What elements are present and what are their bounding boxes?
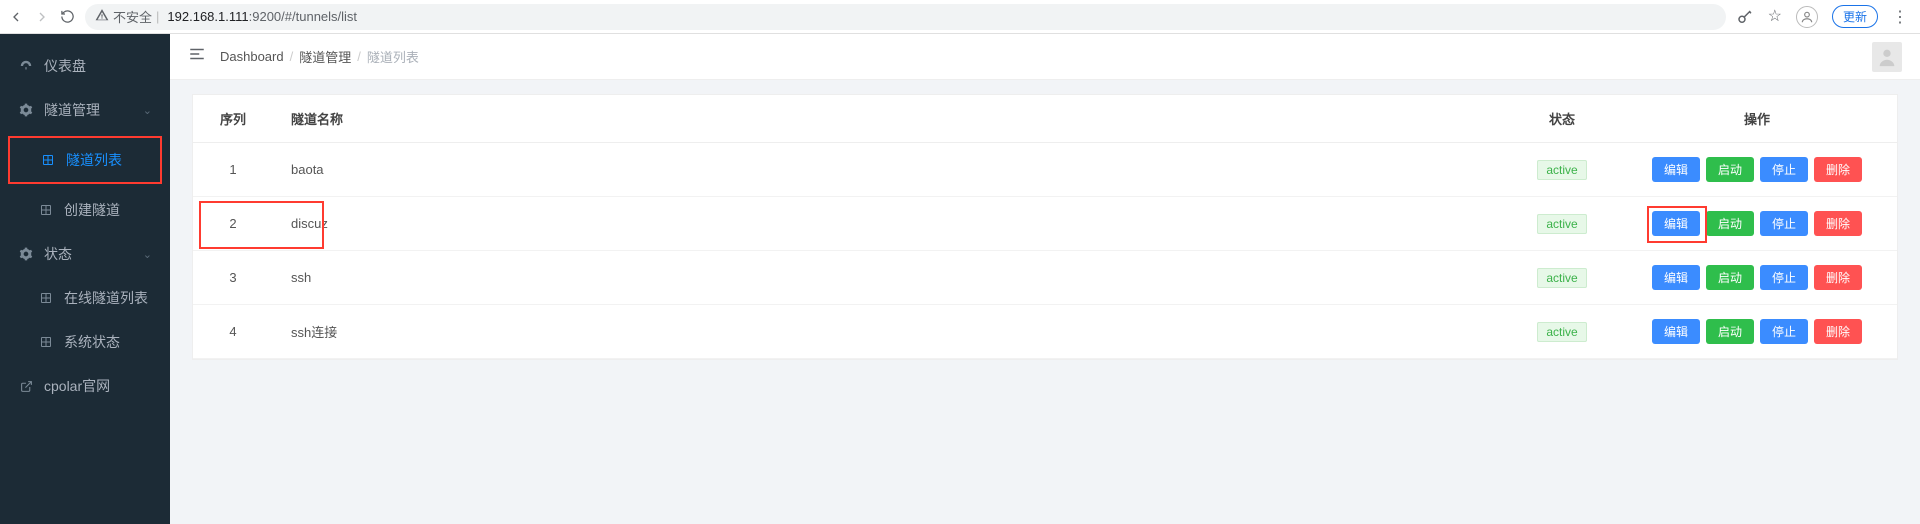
cell-index: 2 <box>193 197 273 251</box>
breadcrumb-leaf: 隧道列表 <box>367 47 419 66</box>
cell-ops: 编辑启动停止删除 <box>1617 305 1897 359</box>
user-avatar[interactable] <box>1872 42 1902 72</box>
delete-button[interactable]: 删除 <box>1814 319 1862 344</box>
cell-ops: 编辑启动停止删除 <box>1617 143 1897 197</box>
breadcrumb-root[interactable]: Dashboard <box>220 49 284 64</box>
table-panel: 序列 隧道名称 状态 操作 1baotaactive编辑启动停止删除2discu… <box>192 94 1898 360</box>
sidebar-item-dashboard[interactable]: 仪表盘 <box>0 44 170 88</box>
delete-button[interactable]: 删除 <box>1814 157 1862 182</box>
start-button[interactable]: 启动 <box>1706 211 1754 236</box>
update-button[interactable]: 更新 <box>1832 5 1878 28</box>
sidebar-item-label: 创建隧道 <box>64 200 120 220</box>
external-link-icon <box>18 380 34 393</box>
delete-button[interactable]: 删除 <box>1814 211 1862 236</box>
cell-ops: 编辑启动停止删除 <box>1617 197 1897 251</box>
sidebar-item-cpolar-site[interactable]: cpolar官网 <box>0 364 170 408</box>
table-row: 2discuz active 编辑启动停止删除 <box>193 197 1897 251</box>
cell-name: discuz <box>273 197 1507 251</box>
tunnel-table: 序列 隧道名称 状态 操作 1baotaactive编辑启动停止删除2discu… <box>193 95 1897 359</box>
grid-icon <box>38 336 54 348</box>
cell-index: 1 <box>193 143 273 197</box>
sidebar: 仪表盘 隧道管理 ⌄ 隧道列表 创建隧道 <box>0 34 170 524</box>
sidebar-item-label: 系统状态 <box>64 332 120 352</box>
cell-name: baota <box>273 143 1507 197</box>
table-row: 1baota active 编辑启动停止删除 <box>193 143 1897 197</box>
breadcrumb: Dashboard / 隧道管理 / 隧道列表 <box>220 47 419 66</box>
cell-status: active <box>1507 143 1617 197</box>
menu-toggle-icon[interactable] <box>188 45 206 68</box>
main-area: Dashboard / 隧道管理 / 隧道列表 序列 隧道名称 状态 操作 <box>170 34 1920 524</box>
menu-icon[interactable]: ⋮ <box>1892 7 1908 27</box>
cell-status: active <box>1507 251 1617 305</box>
table-row: 3ssh active 编辑启动停止删除 <box>193 251 1897 305</box>
delete-button[interactable]: 删除 <box>1814 265 1862 290</box>
gear-icon <box>18 247 34 261</box>
start-button[interactable]: 启动 <box>1706 319 1754 344</box>
edit-button[interactable]: 编辑 <box>1652 157 1700 182</box>
sidebar-item-tunnel-list[interactable]: 隧道列表 <box>10 138 160 182</box>
highlight-sidebar-active: 隧道列表 <box>8 136 162 184</box>
url-text: 192.168.1.111:9200/#/tunnels/list <box>167 9 357 24</box>
profile-icon[interactable] <box>1796 6 1818 28</box>
cell-index: 4 <box>193 305 273 359</box>
gear-icon <box>18 103 34 117</box>
sidebar-item-label: 隧道列表 <box>66 150 122 170</box>
status-badge: active <box>1537 268 1586 288</box>
sidebar-item-tunnel-create[interactable]: 创建隧道 <box>0 188 170 232</box>
sidebar-item-status[interactable]: 状态 ⌄ <box>0 232 170 276</box>
th-index: 序列 <box>193 95 273 143</box>
stop-button[interactable]: 停止 <box>1760 265 1808 290</box>
stop-button[interactable]: 停止 <box>1760 157 1808 182</box>
edit-button[interactable]: 编辑 <box>1652 265 1700 290</box>
sidebar-item-tunnel-manage[interactable]: 隧道管理 ⌄ <box>0 88 170 132</box>
sidebar-item-label: cpolar官网 <box>44 376 110 396</box>
insecure-label: 不安全 <box>113 7 152 26</box>
grid-icon <box>40 154 56 166</box>
sidebar-item-label: 状态 <box>44 244 72 264</box>
cell-status: active <box>1507 197 1617 251</box>
table-row: 4ssh连接 active 编辑启动停止删除 <box>193 305 1897 359</box>
th-name: 隧道名称 <box>273 95 1507 143</box>
sidebar-item-system-status[interactable]: 系统状态 <box>0 320 170 364</box>
cell-status: active <box>1507 305 1617 359</box>
status-badge: active <box>1537 160 1586 180</box>
grid-icon <box>38 204 54 216</box>
dashboard-icon <box>18 59 34 73</box>
stop-button[interactable]: 停止 <box>1760 211 1808 236</box>
sidebar-item-label: 在线隧道列表 <box>64 288 148 308</box>
sidebar-item-online-tunnels[interactable]: 在线隧道列表 <box>0 276 170 320</box>
th-status: 状态 <box>1507 95 1617 143</box>
breadcrumb-mid[interactable]: 隧道管理 <box>299 47 351 66</box>
star-icon[interactable]: ☆ <box>1768 9 1782 25</box>
sidebar-item-label: 隧道管理 <box>44 100 100 120</box>
reload-icon[interactable] <box>60 9 75 24</box>
topbar: Dashboard / 隧道管理 / 隧道列表 <box>170 34 1920 80</box>
sidebar-item-label: 仪表盘 <box>44 56 86 76</box>
edit-button[interactable]: 编辑 <box>1652 319 1700 344</box>
address-bar[interactable]: 不安全 | 192.168.1.111:9200/#/tunnels/list <box>85 4 1726 30</box>
grid-icon <box>38 292 54 304</box>
th-ops: 操作 <box>1617 95 1897 143</box>
edit-button[interactable]: 编辑 <box>1652 211 1700 236</box>
start-button[interactable]: 启动 <box>1706 157 1754 182</box>
cell-name: ssh <box>273 251 1507 305</box>
cell-name: ssh连接 <box>273 305 1507 359</box>
status-badge: active <box>1537 214 1586 234</box>
forward-icon[interactable] <box>34 9 50 25</box>
chevron-down-icon: ⌄ <box>143 248 152 261</box>
stop-button[interactable]: 停止 <box>1760 319 1808 344</box>
chevron-down-icon: ⌄ <box>143 104 152 117</box>
status-badge: active <box>1537 322 1586 342</box>
start-button[interactable]: 启动 <box>1706 265 1754 290</box>
back-icon[interactable] <box>8 9 24 25</box>
browser-chrome: 不安全 | 192.168.1.111:9200/#/tunnels/list … <box>0 0 1920 34</box>
cell-index: 3 <box>193 251 273 305</box>
cell-ops: 编辑启动停止删除 <box>1617 251 1897 305</box>
insecure-icon <box>95 8 109 25</box>
key-icon[interactable] <box>1736 8 1754 26</box>
